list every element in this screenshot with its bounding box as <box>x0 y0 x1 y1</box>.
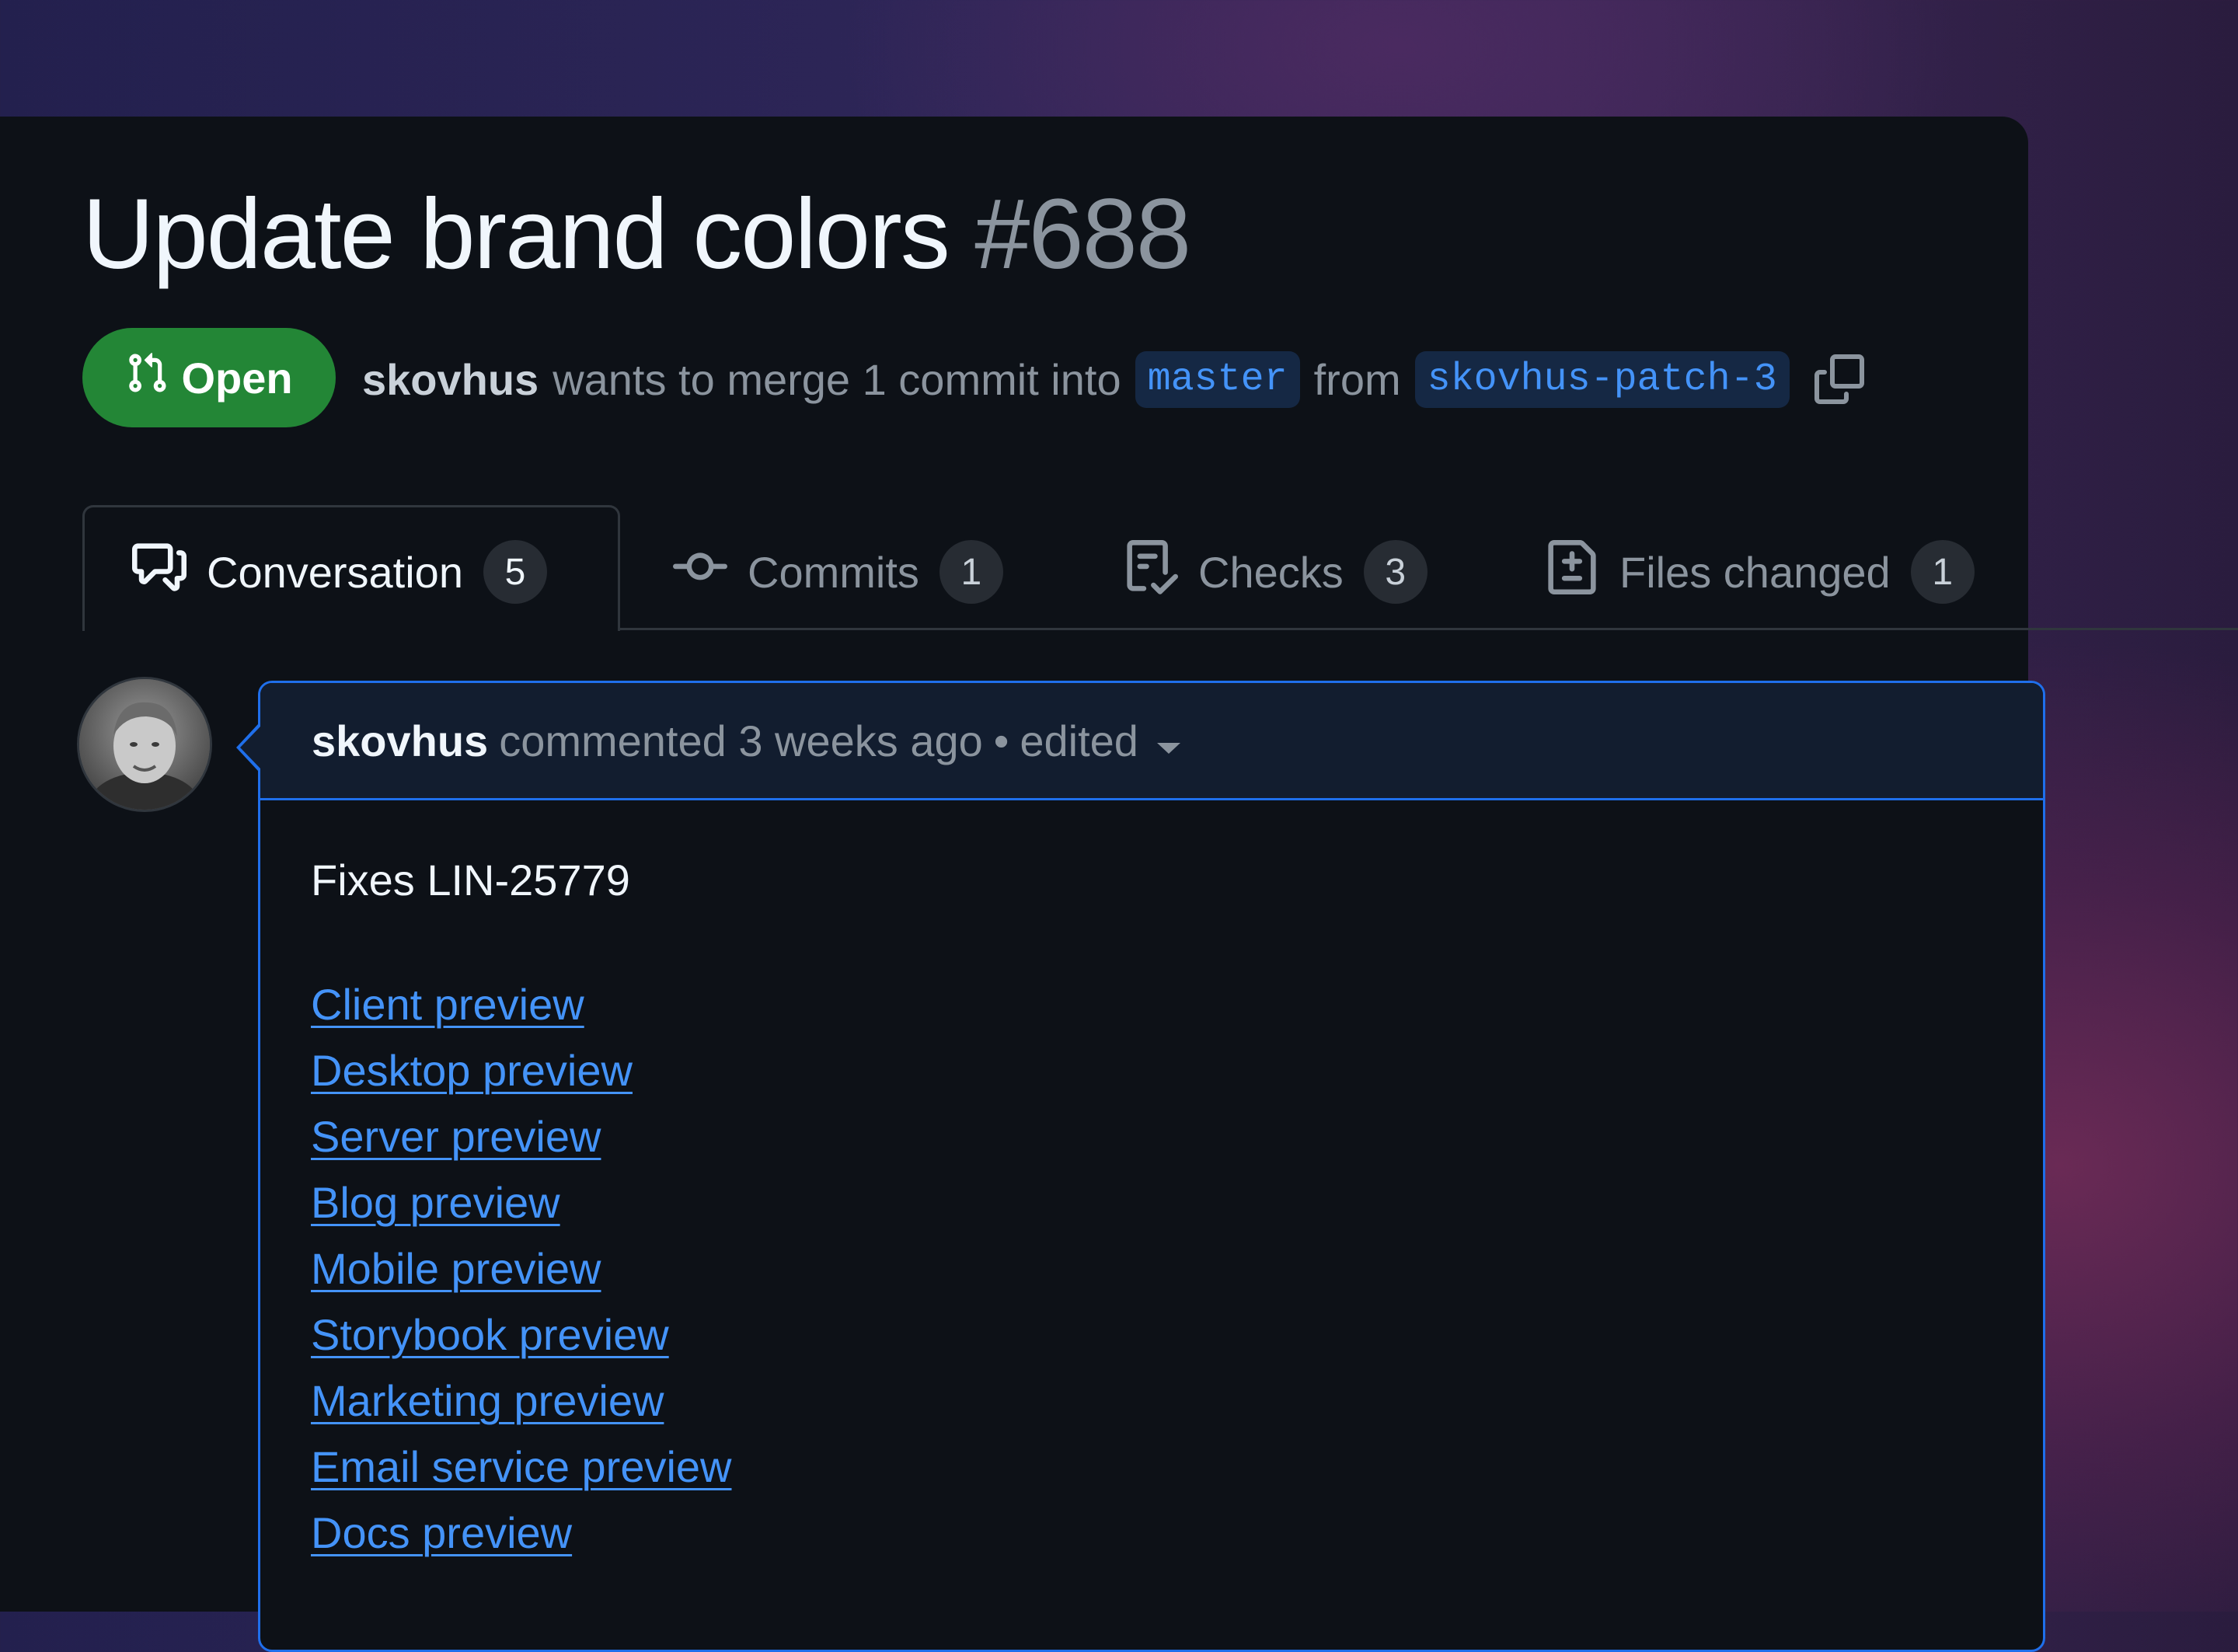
comment-author-link[interactable]: skovhus <box>312 716 488 766</box>
state-badge-open: Open <box>82 328 336 427</box>
preview-link-client[interactable]: Client preview <box>311 980 584 1029</box>
list-item: Desktop preview <box>311 1037 732 1103</box>
preview-link-docs[interactable]: Docs preview <box>311 1508 572 1557</box>
preview-link-blog[interactable]: Blog preview <box>311 1178 560 1227</box>
preview-link-marketing[interactable]: Marketing preview <box>311 1376 664 1425</box>
copy-icon[interactable] <box>1814 354 1864 404</box>
avatar[interactable] <box>79 679 210 810</box>
preview-link-email-service[interactable]: Email service preview <box>311 1442 732 1491</box>
preview-link-desktop[interactable]: Desktop preview <box>311 1046 633 1095</box>
tab-label: Files changed <box>1619 547 1891 597</box>
page-title: Update brand colors #688 <box>82 185 1191 284</box>
preview-link-storybook[interactable]: Storybook preview <box>311 1310 669 1359</box>
list-item: Docs preview <box>311 1500 732 1566</box>
list-item: Marketing preview <box>311 1368 732 1434</box>
tab-counter: 5 <box>483 540 547 604</box>
edited-label: edited <box>1020 716 1138 765</box>
pr-number: #688 <box>974 179 1191 290</box>
tab-label: Commits <box>748 547 919 597</box>
tab-checks[interactable]: Checks 3 <box>1124 535 1428 609</box>
file-diff-icon <box>1545 539 1599 605</box>
pr-author-link[interactable]: skovhus <box>362 354 539 405</box>
edited-dropdown[interactable]: edited <box>1020 716 1182 766</box>
separator-dot: • <box>993 716 1009 765</box>
tab-counter: 3 <box>1363 540 1428 604</box>
tab-files-changed[interactable]: Files changed 1 <box>1545 535 1975 609</box>
comment-discussion-icon <box>132 540 186 605</box>
merge-text: wants to merge 1 commit into <box>553 354 1121 404</box>
tab-conversation[interactable]: Conversation 5 <box>132 535 547 609</box>
from-text: from <box>1313 354 1401 404</box>
preview-link-mobile[interactable]: Mobile preview <box>311 1244 601 1293</box>
tab-counter: 1 <box>1910 540 1975 604</box>
list-item: Client preview <box>311 971 732 1037</box>
triangle-down-icon <box>1156 716 1182 766</box>
preview-link-server[interactable]: Server preview <box>311 1112 601 1161</box>
head-branch[interactable]: skovhus-patch-3 <box>1414 350 1790 408</box>
comment-header: skovhus commented 3 weeks ago • edited <box>260 683 2043 800</box>
state-label: Open <box>181 353 293 403</box>
tab-label: Checks <box>1198 547 1344 597</box>
comment-caret-fill <box>240 727 260 768</box>
pr-title: Update brand colors <box>82 179 950 290</box>
git-pull-request-icon <box>125 351 169 405</box>
git-commit-icon <box>673 540 727 605</box>
preview-links-list: Client preview Desktop preview Server pr… <box>311 971 732 1566</box>
tab-label: Conversation <box>207 547 463 597</box>
comment-body-text: Fixes LIN-25779 <box>311 856 630 904</box>
list-item: Mobile preview <box>311 1236 732 1302</box>
tab-counter: 1 <box>939 540 1003 604</box>
base-branch[interactable]: master <box>1135 350 1300 408</box>
list-item: Storybook preview <box>311 1302 732 1368</box>
list-item: Email service preview <box>311 1434 732 1500</box>
list-item: Blog preview <box>311 1169 732 1236</box>
tab-commits[interactable]: Commits 1 <box>673 535 1003 609</box>
list-item: Server preview <box>311 1103 732 1169</box>
pr-meta: skovhus wants to merge 1 commit into mas… <box>362 347 1864 412</box>
checklist-icon <box>1124 539 1179 605</box>
comment-action: commented 3 weeks ago <box>499 716 983 765</box>
